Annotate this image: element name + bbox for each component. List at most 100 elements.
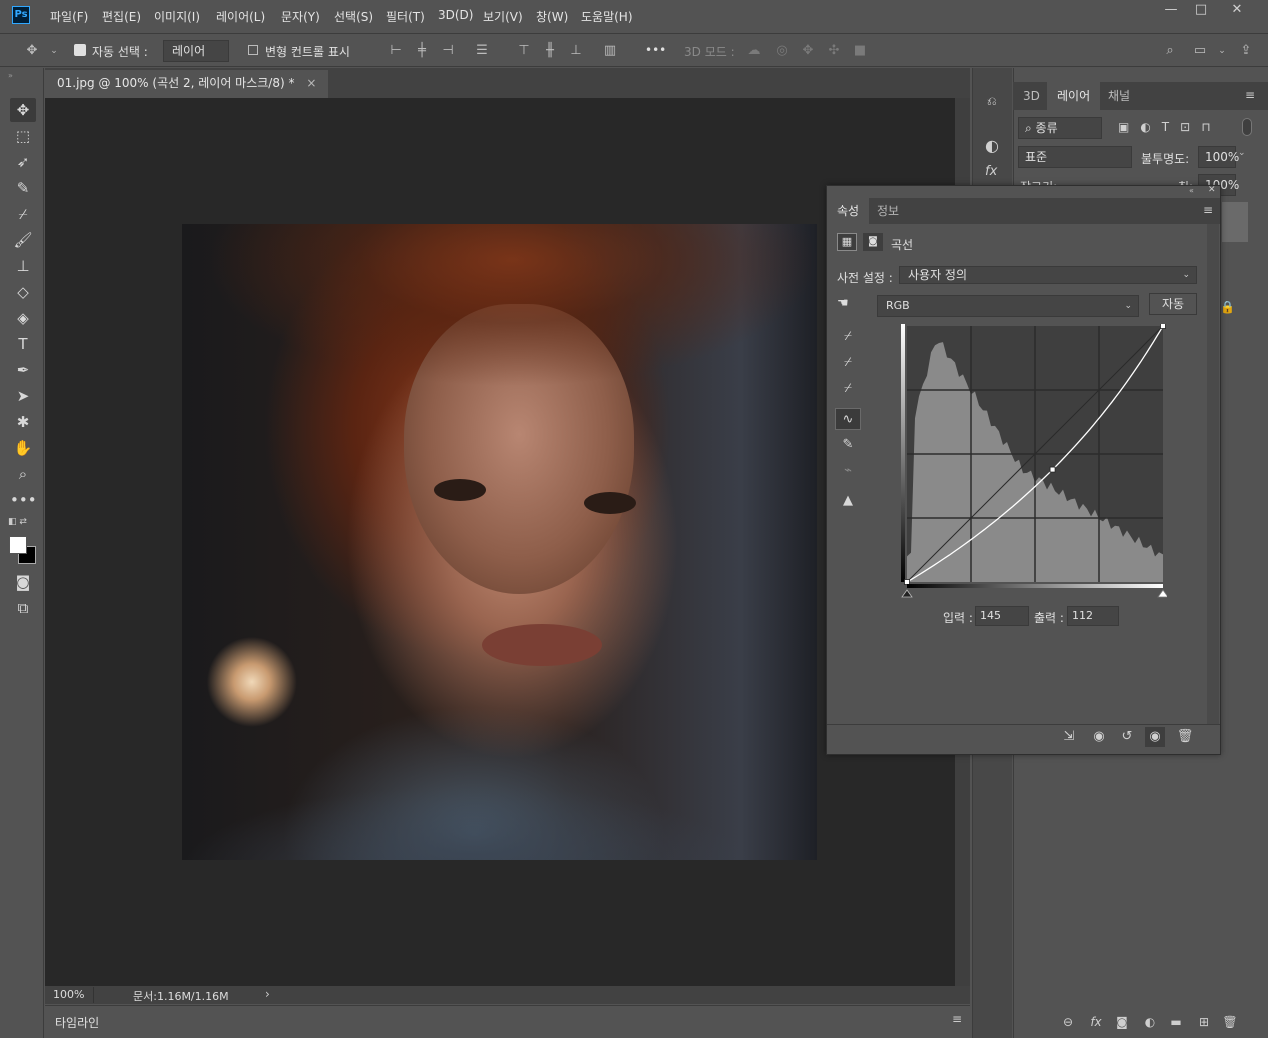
- distribute-icon[interactable]: ☰: [474, 43, 490, 59]
- tab-channels[interactable]: 채널: [1098, 82, 1140, 110]
- tab-3d[interactable]: 3D: [1013, 82, 1050, 110]
- white-point-eyedropper-icon[interactable]: ⌿: [835, 378, 861, 400]
- maximize-button[interactable]: □: [1186, 2, 1216, 20]
- foreground-color-swatch[interactable]: [9, 536, 27, 554]
- target-adjust-icon[interactable]: ☚: [837, 296, 849, 311]
- menu-view[interactable]: 보기(V): [483, 8, 523, 25]
- menu-image[interactable]: 이미지(I): [154, 8, 200, 25]
- hand-tool-icon[interactable]: ✋: [10, 436, 36, 460]
- channel-dropdown[interactable]: RGB ⌄: [877, 295, 1139, 317]
- chevron-down-icon[interactable]: ⌄: [1214, 43, 1230, 59]
- paint-bucket-tool-icon[interactable]: ◈: [10, 306, 36, 330]
- marquee-tool-icon[interactable]: ⬚: [10, 124, 36, 148]
- panel-menu-icon[interactable]: ≡: [1203, 203, 1213, 217]
- align-middle-icon[interactable]: ╫: [542, 43, 558, 59]
- path-select-tool-icon[interactable]: ➤: [10, 384, 36, 408]
- curve-point-tool-icon[interactable]: ∿: [835, 408, 861, 430]
- curve-control-point[interactable]: [1049, 466, 1056, 473]
- more-tools-icon[interactable]: •••: [10, 488, 37, 512]
- delete-adjustment-icon[interactable]: 🗑: [1175, 727, 1195, 747]
- collapse-icon[interactable]: »: [8, 71, 13, 80]
- align-right-icon[interactable]: ⊣: [440, 43, 456, 59]
- type-tool-icon[interactable]: T: [10, 332, 36, 356]
- history-icon[interactable]: ⎌: [987, 94, 997, 109]
- move-tool-icon[interactable]: ✥: [24, 43, 40, 59]
- delete-layer-icon[interactable]: 🗑: [1220, 1012, 1240, 1032]
- curves-graph[interactable]: [901, 324, 1167, 604]
- distribute-vertical-icon[interactable]: ▥: [602, 43, 618, 59]
- panel-menu-icon[interactable]: ≡: [1245, 88, 1255, 102]
- layer-filter-dropdown[interactable]: ⌕ 종류: [1018, 117, 1102, 139]
- transform-checkbox[interactable]: [248, 45, 258, 55]
- opacity-field[interactable]: 100%: [1198, 146, 1239, 168]
- default-colors-icon[interactable]: ◧ ⇄: [8, 517, 27, 527]
- add-mask-icon[interactable]: ◙: [1112, 1012, 1132, 1032]
- input-field[interactable]: 145: [975, 606, 1029, 626]
- adjustments-icon[interactable]: ◐: [985, 136, 999, 155]
- chevron-down-icon[interactable]: ⌄: [46, 43, 62, 59]
- chevron-down-icon[interactable]: ⌄: [1238, 148, 1246, 158]
- reset-icon[interactable]: ↺: [1117, 727, 1137, 747]
- align-center-icon[interactable]: ╪: [414, 43, 430, 59]
- align-left-icon[interactable]: ⊢: [388, 43, 404, 59]
- share-icon[interactable]: ⇪: [1238, 43, 1254, 59]
- clip-to-layer-icon[interactable]: ⇲: [1059, 727, 1079, 747]
- curve-control-point[interactable]: [904, 579, 910, 585]
- styles-icon[interactable]: fx: [985, 164, 997, 179]
- link-layers-icon[interactable]: ⊖: [1058, 1012, 1078, 1032]
- black-point-slider[interactable]: [901, 589, 913, 598]
- close-panel-icon[interactable]: ✕: [1208, 185, 1216, 195]
- new-group-icon[interactable]: ▬: [1166, 1012, 1186, 1032]
- portrait-image[interactable]: [182, 224, 817, 860]
- menu-layer[interactable]: 레이어(L): [216, 8, 265, 25]
- workspace-icon[interactable]: ▭: [1192, 43, 1208, 59]
- menu-file[interactable]: 파일(F): [50, 8, 88, 25]
- visibility-eye-icon[interactable]: ◉: [1145, 727, 1165, 747]
- search-icon[interactable]: ⌕: [1162, 43, 1178, 59]
- minimize-button[interactable]: —: [1156, 2, 1186, 20]
- menu-help[interactable]: 도움말(H): [581, 8, 633, 25]
- tab-properties[interactable]: 속성: [827, 198, 870, 224]
- fx-icon[interactable]: fx: [1086, 1012, 1106, 1032]
- auto-select-checkbox[interactable]: [74, 44, 86, 56]
- quick-select-tool-icon[interactable]: ✎: [10, 176, 36, 200]
- view-previous-icon[interactable]: ◉: [1089, 727, 1109, 747]
- status-menu-arrow-icon[interactable]: ›: [265, 987, 270, 1001]
- timeline-tab[interactable]: 타임라인: [55, 1014, 99, 1031]
- zoom-level[interactable]: 100%: [53, 988, 84, 1001]
- menu-3d[interactable]: 3D(D): [438, 8, 473, 22]
- panel-menu-icon[interactable]: ≡: [952, 1012, 962, 1026]
- filter-toggle[interactable]: [1242, 118, 1252, 136]
- mask-icon[interactable]: ◙: [863, 233, 883, 251]
- tab-info[interactable]: 정보: [867, 198, 909, 224]
- align-bottom-icon[interactable]: ⊥: [568, 43, 584, 59]
- properties-scrollbar[interactable]: [1207, 224, 1219, 724]
- screen-mode-icon[interactable]: ⧉: [10, 596, 36, 620]
- quick-mask-icon[interactable]: ◙: [10, 570, 36, 594]
- curves-adjustment-icon[interactable]: ▦: [837, 233, 857, 251]
- menu-type[interactable]: 문자(Y): [281, 8, 320, 25]
- lasso-tool-icon[interactable]: ➶: [10, 150, 36, 174]
- eraser-tool-icon[interactable]: ◇: [10, 280, 36, 304]
- blend-mode-dropdown[interactable]: 표준: [1018, 146, 1132, 168]
- tab-layers[interactable]: 레이어: [1047, 82, 1101, 110]
- zoom-tool-icon[interactable]: ⌕: [10, 462, 36, 486]
- pencil-draw-icon[interactable]: ✎: [835, 434, 861, 456]
- auto-button[interactable]: 자동: [1149, 293, 1197, 315]
- brush-tool-icon[interactable]: 🖌: [10, 228, 36, 252]
- pen-tool-icon[interactable]: ✒: [10, 358, 36, 382]
- white-point-slider[interactable]: [1157, 589, 1167, 598]
- black-point-eyedropper-icon[interactable]: ⌿: [835, 326, 861, 348]
- align-top-icon[interactable]: ⊤: [516, 43, 532, 59]
- shape-tool-icon[interactable]: ✱: [10, 410, 36, 434]
- move-tool-icon[interactable]: ✥: [10, 98, 36, 122]
- close-button[interactable]: ✕: [1222, 2, 1252, 20]
- eyedropper-tool-icon[interactable]: ⌿: [10, 202, 36, 226]
- auto-select-dropdown[interactable]: 레이어: [163, 40, 229, 62]
- clipping-warning-icon[interactable]: ▲: [835, 490, 861, 512]
- document-tab[interactable]: 01.jpg @ 100% (곡선 2, 레이어 마스크/8) * ×: [45, 70, 329, 98]
- preset-dropdown[interactable]: 사용자 정의 ⌄: [899, 266, 1197, 284]
- close-tab-icon[interactable]: ×: [306, 76, 316, 90]
- layer-row-selected[interactable]: [1222, 202, 1248, 242]
- menu-filter[interactable]: 필터(T): [386, 8, 425, 25]
